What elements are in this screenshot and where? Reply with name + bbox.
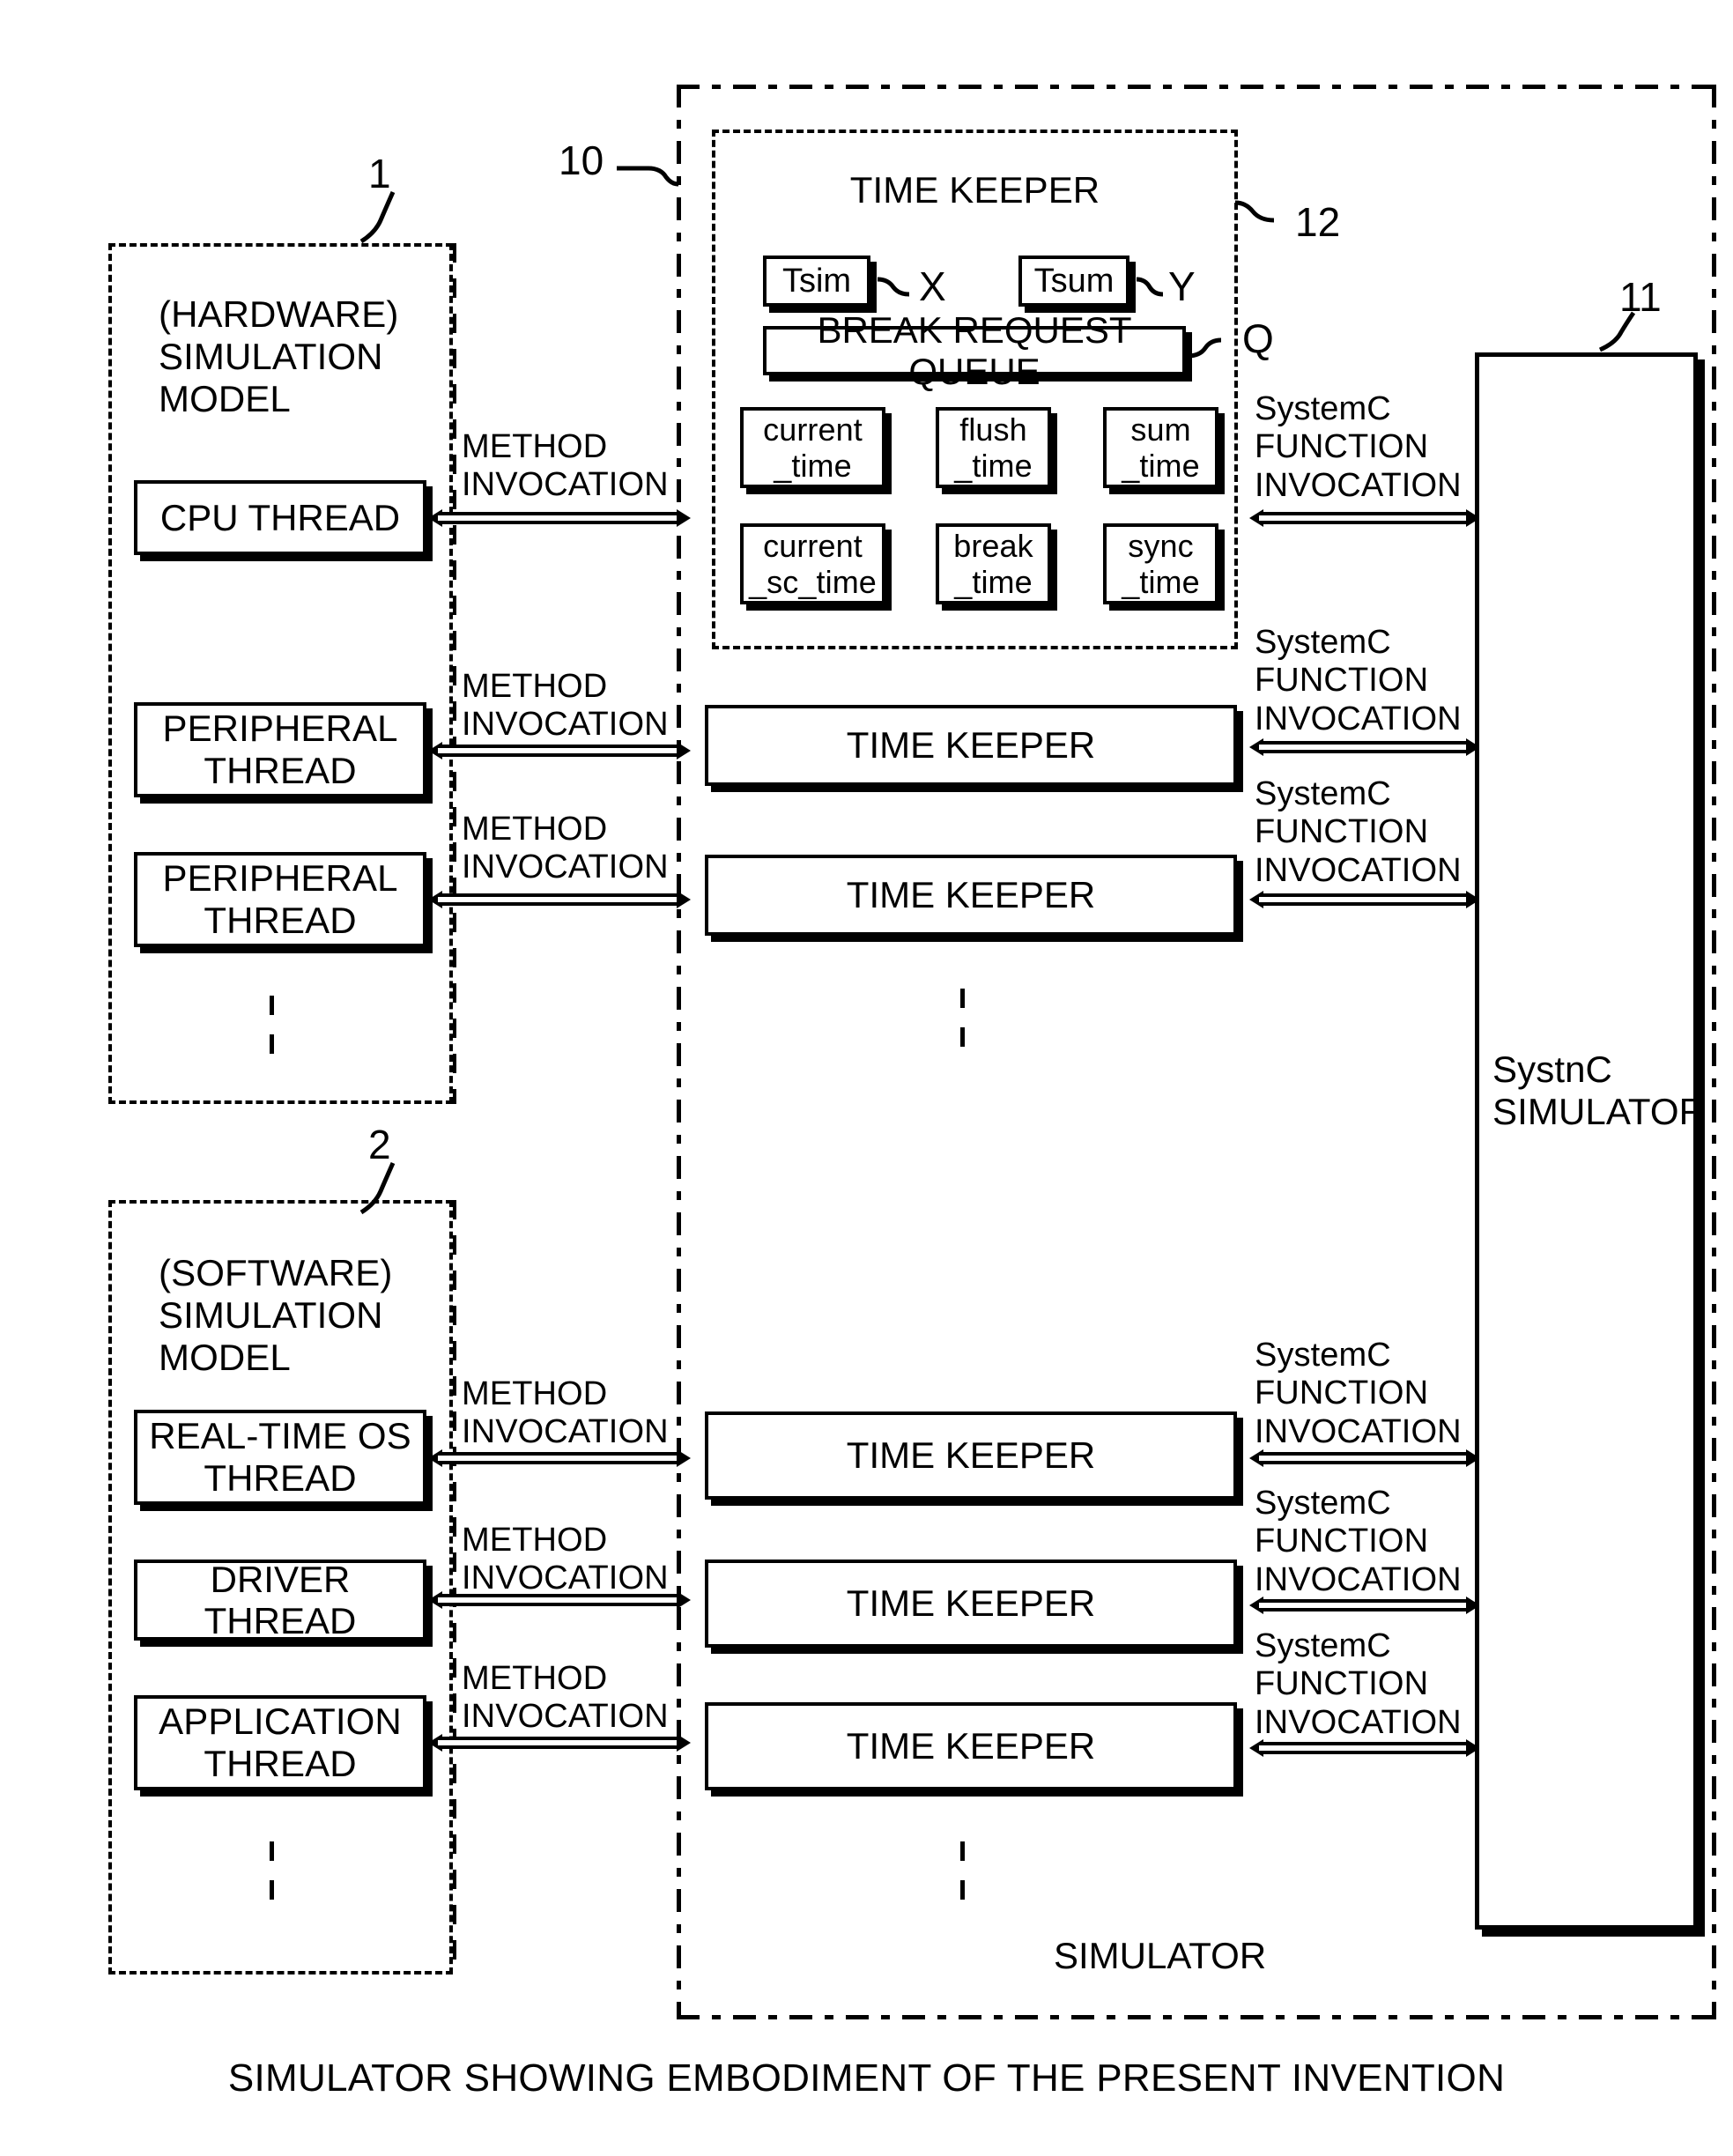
tsum-callout-label: Y — [1168, 263, 1196, 309]
function-invocation-label-2: SystemC FUNCTION INVOCATION — [1255, 624, 1462, 737]
function-invocation-label-5: SystemC FUNCTION INVOCATION — [1255, 1485, 1462, 1598]
function-box-current-time: current _time — [740, 407, 885, 488]
function-box-sync-time: sync _time — [1103, 523, 1218, 604]
arrow-shaft — [438, 1737, 681, 1749]
method-invocation-label-3: METHOD INVOCATION — [462, 811, 669, 886]
method-invocation-label-1: METHOD INVOCATION — [462, 428, 669, 504]
thread-cpu: CPU THREAD — [134, 480, 426, 555]
timekeeper-ellipsis-top — [960, 989, 965, 1050]
figure-caption: SIMULATOR SHOWING EMBODIMENT OF THE PRES… — [227, 2056, 1506, 2100]
function-invocation-arrow-5[interactable] — [1249, 1597, 1480, 1614]
arrow-head-right — [677, 742, 691, 759]
function-invocation-arrow-4[interactable] — [1249, 1449, 1480, 1467]
arrow-shaft — [1259, 1742, 1470, 1754]
simulator-label: SIMULATOR — [1054, 1935, 1267, 1976]
timekeeper-ellipsis-bottom — [960, 1841, 965, 1903]
method-invocation-arrow-5[interactable] — [428, 1591, 691, 1609]
function-invocation-label-4: SystemC FUNCTION INVOCATION — [1255, 1337, 1462, 1450]
ref-1-label: 1 — [368, 151, 391, 196]
method-gutter-divider-left-bottom — [453, 1200, 456, 1974]
patent-figure: 10 TIME KEEPER 12 Tsim X Tsum Y BREAK RE… — [0, 0, 1733, 2156]
function-invocation-arrow-1[interactable] — [1249, 509, 1480, 527]
ref-10-label: 10 — [559, 137, 604, 183]
software-model-title: (SOFTWARE) SIMULATION MODEL — [159, 1252, 393, 1378]
function-invocation-label-6: SystemC FUNCTION INVOCATION — [1255, 1627, 1462, 1741]
method-invocation-arrow-3[interactable] — [428, 891, 691, 908]
arrow-shaft — [438, 1452, 681, 1464]
timekeeper-detail-title: TIME KEEPER — [849, 169, 1100, 211]
timekeeper-box-3: TIME KEEPER — [705, 1411, 1237, 1500]
tsim-callout-label: X — [919, 263, 946, 309]
arrow-shaft — [1259, 893, 1470, 906]
timekeeper-box-1: TIME KEEPER — [705, 705, 1237, 786]
method-invocation-label-6: METHOD INVOCATION — [462, 1660, 669, 1736]
function-box-break-time: break _time — [936, 523, 1051, 604]
timekeeper-box-5: TIME KEEPER — [705, 1702, 1237, 1790]
systemc-simulator-block — [1475, 352, 1698, 1930]
ref-2-label: 2 — [368, 1122, 391, 1167]
thread-application: APPLICATION THREAD — [134, 1695, 426, 1790]
arrow-head-right — [677, 1591, 691, 1609]
function-invocation-arrow-2[interactable] — [1249, 738, 1480, 756]
timekeeper-box-2: TIME KEEPER — [705, 855, 1237, 936]
thread-real-time-os: REAL-TIME OS THREAD — [134, 1410, 426, 1505]
thread-peripheral-1: PERIPHERAL THREAD — [134, 702, 426, 797]
arrow-shaft — [438, 1594, 681, 1606]
ref-10-leader — [617, 154, 696, 189]
arrow-shaft — [438, 512, 681, 524]
queue-callout-label: Q — [1242, 315, 1274, 361]
arrow-shaft — [438, 893, 681, 906]
break-request-queue: BREAK REQUEST QUEUE — [763, 309, 1186, 392]
function-box-flush-time: flush _time — [936, 407, 1051, 488]
hardware-threads-ellipsis — [270, 996, 274, 1057]
function-invocation-arrow-6[interactable] — [1249, 1739, 1480, 1757]
ref-12-label: 12 — [1295, 199, 1341, 245]
function-box-current-sc-time: current _sc_time — [740, 523, 885, 604]
function-box-sum-time: sum _time — [1103, 407, 1218, 488]
function-invocation-arrow-3[interactable] — [1249, 891, 1480, 908]
register-tsim: Tsim — [763, 256, 870, 307]
queue-callout-leader — [1187, 337, 1242, 367]
timekeeper-box-4: TIME KEEPER — [705, 1560, 1237, 1648]
arrow-shaft — [438, 745, 681, 757]
method-gutter-divider-left-top — [453, 243, 456, 1104]
arrow-shaft — [1259, 1599, 1470, 1611]
function-invocation-label-3: SystemC FUNCTION INVOCATION — [1255, 775, 1462, 889]
method-invocation-arrow-1[interactable] — [428, 509, 691, 527]
thread-peripheral-2: PERIPHERAL THREAD — [134, 852, 426, 947]
method-invocation-label-2: METHOD INVOCATION — [462, 668, 669, 744]
systemc-simulator-label: SystnC SIMULATOR — [1492, 1048, 1707, 1132]
arrow-shaft — [1259, 741, 1470, 753]
arrow-shaft — [1259, 512, 1470, 524]
arrow-head-right — [677, 1734, 691, 1752]
method-invocation-label-5: METHOD INVOCATION — [462, 1522, 669, 1597]
arrow-head-right — [677, 891, 691, 908]
arrow-head-right — [677, 1449, 691, 1467]
thread-driver: DRIVER THREAD — [134, 1559, 426, 1641]
register-tsum: Tsum — [1018, 256, 1129, 307]
method-invocation-arrow-4[interactable] — [428, 1449, 691, 1467]
method-invocation-label-4: METHOD INVOCATION — [462, 1375, 669, 1451]
arrow-head-right — [677, 509, 691, 527]
arrow-shaft — [1259, 1452, 1470, 1464]
method-invocation-arrow-2[interactable] — [428, 742, 691, 759]
software-threads-ellipsis — [270, 1841, 274, 1903]
method-invocation-arrow-6[interactable] — [428, 1734, 691, 1752]
hardware-model-title: (HARDWARE) SIMULATION MODEL — [159, 293, 399, 419]
function-invocation-label-1: SystemC FUNCTION INVOCATION — [1255, 390, 1462, 504]
